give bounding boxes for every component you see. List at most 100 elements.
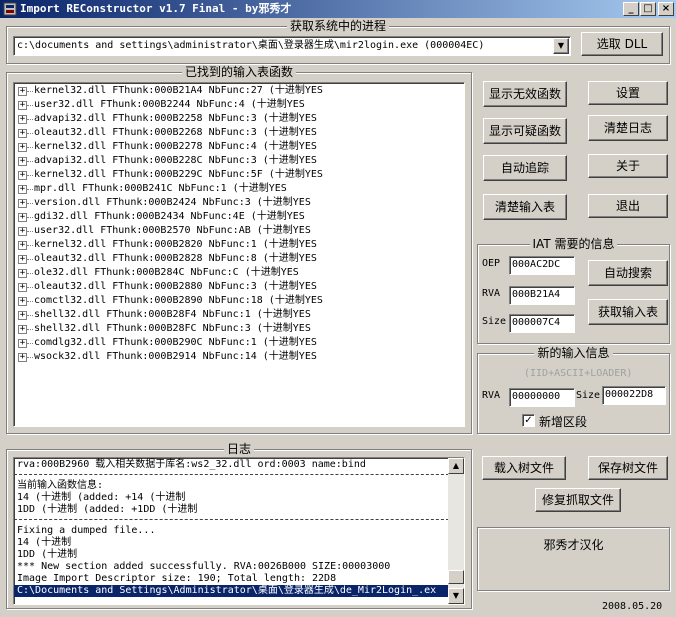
tree-connector [27, 147, 33, 148]
minimize-button[interactable]: _ [623, 2, 639, 16]
import-tree-item[interactable]: + kernel32.dll FThunk:000B229C NbFunc:5F … [14, 168, 464, 182]
log-line[interactable]: Fixing a dumped file... [14, 525, 464, 537]
import-tree-item[interactable]: + ole32.dll FThunk:000B284C NbFunc:C (十进制… [14, 266, 464, 280]
expand-icon[interactable]: + [18, 325, 27, 334]
expand-icon[interactable]: + [18, 255, 27, 264]
import-tree-item[interactable]: + oleaut32.dll FThunk:000B2828 NbFunc:8 (… [14, 252, 464, 266]
import-tree-item-label: advapi32.dll FThunk:000B2258 NbFunc:3 (十… [34, 113, 317, 124]
log-line[interactable]: 14 (十进制 [14, 537, 464, 549]
import-tree-item[interactable]: + shell32.dll FThunk:000B28F4 NbFunc:1 (十… [14, 308, 464, 322]
auto-trace-button[interactable]: 自动追踪 [483, 155, 567, 181]
new-rva-input[interactable]: 00000000 [509, 388, 575, 407]
title-bar[interactable]: Import REConstructor v1.7 Final - by邪秀才 … [0, 0, 676, 18]
expand-icon[interactable]: + [18, 199, 27, 208]
import-tree-item[interactable]: + gdi32.dll FThunk:000B2434 NbFunc:4E (十进… [14, 210, 464, 224]
scroll-thumb[interactable] [448, 570, 464, 584]
import-tree-item[interactable]: + kernel32.dll FThunk:000B2278 NbFunc:4 (… [14, 140, 464, 154]
tree-connector [27, 91, 33, 92]
show-invalid-button[interactable]: 显示无效函数 [483, 81, 567, 107]
import-tree-item[interactable]: + kernel32.dll FThunk:000B2820 NbFunc:1 (… [14, 238, 464, 252]
new-size-label: Size [576, 390, 601, 401]
tree-connector [27, 357, 33, 358]
size-input[interactable]: 000007C4 [509, 314, 575, 333]
process-select[interactable]: c:\documents and settings\administrator\… [13, 36, 571, 56]
tree-connector [27, 133, 33, 134]
expand-icon[interactable]: + [18, 241, 27, 250]
expand-icon[interactable]: + [18, 213, 27, 222]
pick-dll-button[interactable]: 选取 DLL [581, 32, 663, 56]
close-button[interactable]: × [658, 2, 674, 16]
import-tree-item[interactable]: + advapi32.dll FThunk:000B2258 NbFunc:3 (… [14, 112, 464, 126]
log-line[interactable]: 14 (十进制 (added: +14 (十进制 [14, 492, 464, 504]
import-tree-item[interactable]: + wsock32.dll FThunk:000B2914 NbFunc:14 (… [14, 350, 464, 364]
import-tree-item-label: oleaut32.dll FThunk:000B2268 NbFunc:3 (十… [34, 127, 317, 138]
new-import-group-title: 新的输入信息 [534, 346, 613, 360]
maximize-button[interactable]: □ [640, 2, 656, 16]
log-line[interactable]: 1DD (十进制 [14, 549, 464, 561]
clear-imports-button[interactable]: 清楚输入表 [483, 194, 567, 220]
import-tree-item[interactable]: + comdlg32.dll FThunk:000B290C NbFunc:1 (… [14, 336, 464, 350]
scroll-up-button[interactable]: ▲ [448, 458, 464, 474]
expand-icon[interactable]: + [18, 311, 27, 320]
import-tree-item[interactable]: + comctl32.dll FThunk:000B2890 NbFunc:18 … [14, 294, 464, 308]
import-tree-item[interactable]: + oleaut32.dll FThunk:000B2880 NbFunc:3 (… [14, 280, 464, 294]
tree-connector [27, 119, 33, 120]
expand-icon[interactable]: + [18, 339, 27, 348]
process-select-value: c:\documents and settings\administrator\… [17, 40, 485, 51]
import-tree-item[interactable]: + user32.dll FThunk:000B2570 NbFunc:AB (十… [14, 224, 464, 238]
credit-text: 邪秀才汉化 [543, 538, 604, 552]
scroll-down-button[interactable]: ▼ [448, 588, 464, 604]
expand-icon[interactable]: + [18, 185, 27, 194]
import-tree-item[interactable]: + kernel32.dll FThunk:000B21A4 NbFunc:27 … [14, 84, 464, 98]
exit-button[interactable]: 退出 [588, 194, 668, 218]
rva-input[interactable]: 000B21A4 [509, 286, 575, 305]
settings-button[interactable]: 设置 [588, 81, 668, 105]
show-suspect-button[interactable]: 显示可疑函数 [483, 118, 567, 144]
import-tree-item[interactable]: + advapi32.dll FThunk:000B228C NbFunc:3 (… [14, 154, 464, 168]
expand-icon[interactable]: + [18, 283, 27, 292]
log-line-selected[interactable]: C:\Documents and Settings\Administrator\… [14, 585, 464, 597]
import-tree-item-label: oleaut32.dll FThunk:000B2880 NbFunc:3 (十… [34, 281, 317, 292]
log-line[interactable]: 当前输入函数信息: [14, 480, 464, 492]
oep-input[interactable]: 000AC2DC [509, 256, 575, 275]
import-tree-item[interactable]: + shell32.dll FThunk:000B28FC NbFunc:3 (十… [14, 322, 464, 336]
import-tree-item[interactable]: + version.dll FThunk:000B2424 NbFunc:3 (十… [14, 196, 464, 210]
expand-icon[interactable]: + [18, 353, 27, 362]
tree-connector [27, 105, 33, 106]
log-line[interactable]: rva:000B2960 载入相关数据于库名:ws2_32.dll ord:00… [14, 459, 464, 471]
log-line[interactable]: *** New section added successfully. RVA:… [14, 561, 464, 573]
expand-icon[interactable]: + [18, 297, 27, 306]
expand-icon[interactable]: + [18, 171, 27, 180]
about-button[interactable]: 关于 [588, 154, 668, 178]
expand-icon[interactable]: + [18, 101, 27, 110]
process-dropdown-button[interactable]: ▼ [553, 38, 569, 54]
add-section-checkbox[interactable]: ✓ [522, 414, 535, 427]
expand-icon[interactable]: + [18, 115, 27, 124]
new-size-input[interactable]: 000022D8 [602, 386, 666, 405]
fix-dump-button[interactable]: 修复抓取文件 [535, 488, 621, 512]
clear-log-button[interactable]: 清楚日志 [588, 115, 668, 141]
imports-tree[interactable]: + kernel32.dll FThunk:000B21A4 NbFunc:27 … [13, 82, 465, 427]
import-tree-item[interactable]: + oleaut32.dll FThunk:000B2268 NbFunc:3 (… [14, 126, 464, 140]
tree-connector [27, 287, 33, 288]
log-line[interactable]: Image Import Descriptor size: 190; Total… [14, 573, 464, 585]
expand-icon[interactable]: + [18, 143, 27, 152]
expand-icon[interactable]: + [18, 87, 27, 96]
app-icon [3, 2, 17, 16]
expand-icon[interactable]: + [18, 157, 27, 166]
import-tree-item-label: wsock32.dll FThunk:000B2914 NbFunc:14 (十… [34, 351, 317, 362]
log-list[interactable]: rva:000B2960 载入相关数据于库名:ws2_32.dll ord:00… [13, 457, 465, 605]
load-tree-button[interactable]: 载入树文件 [482, 456, 566, 480]
add-section-label: 新增区段 [539, 415, 588, 429]
expand-icon[interactable]: + [18, 227, 27, 236]
get-imports-button[interactable]: 获取输入表 [588, 299, 668, 325]
tree-connector [27, 231, 33, 232]
import-tree-item[interactable]: + user32.dll FThunk:000B2244 NbFunc:4 (十进… [14, 98, 464, 112]
expand-icon[interactable]: + [18, 269, 27, 278]
expand-icon[interactable]: + [18, 129, 27, 138]
import-tree-item[interactable]: + mpr.dll FThunk:000B241C NbFunc:1 (十进制YE… [14, 182, 464, 196]
save-tree-button[interactable]: 保存树文件 [588, 456, 668, 480]
auto-search-button[interactable]: 自动搜索 [588, 260, 668, 286]
log-line[interactable]: 1DD (十进制 (added: +1DD (十进制 [14, 504, 464, 516]
log-scrollbar[interactable]: ▲ ▼ [448, 458, 464, 604]
